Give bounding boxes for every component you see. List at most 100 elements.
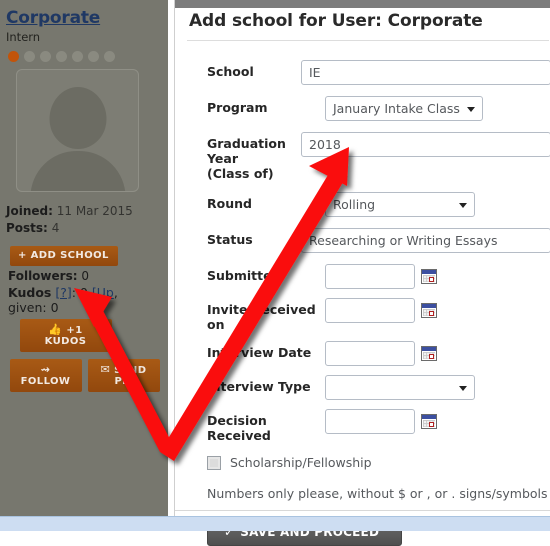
profile-meta: Joined: 11 Mar 2015 Posts: 4 [6,203,160,237]
kudos-given-link[interactable]: [Up [92,285,114,300]
control-decision-received [325,409,550,434]
profile-rank: Intern [6,30,41,44]
control-program: January Intake Class [325,96,550,121]
send-pm-button-label: SEND PM [114,365,147,387]
profile-sidebar: Corporate Intern Joined: 11 Mar 2015 Pos… [0,0,168,516]
posts-value: 4 [51,221,60,235]
control-school [301,60,550,85]
rank-dot-3 [40,51,51,62]
field-row-interview-type: Interview Type [175,375,550,400]
followers-row: Followers: 0 [8,269,160,283]
control-submitted [325,264,550,289]
add-school-modal: Add school for User: Corporate School Pr… [174,0,550,546]
status-input[interactable] [301,228,550,253]
chevron-down-icon [466,106,475,112]
round-select-value: Rolling [333,197,376,212]
profile-username-link[interactable]: Corporate [6,8,160,28]
calendar-icon[interactable] [421,303,437,318]
calendar-icon[interactable] [421,414,437,429]
followers-label: Followers: [8,269,78,283]
modal-title: Add school for User: Corporate [189,11,483,31]
follow-button-label: FOLLOW [20,376,71,387]
label-school: School [207,64,254,79]
rank-dot-6 [88,51,99,62]
school-input[interactable] [301,60,550,85]
chevron-down-icon [459,385,467,391]
modal-title-divider [187,40,549,41]
posts-row: Posts: 4 [6,220,160,237]
control-round: Rolling [325,192,550,217]
field-row-graduation-year: Graduation Year (Class of) [175,132,550,181]
control-status [301,228,550,253]
kudos-value: 0 [79,285,88,300]
rank-progress-dots [8,51,160,62]
program-select-value: January Intake Class [333,101,460,116]
label-round: Round [207,196,252,211]
calendar-icon[interactable] [421,346,437,361]
envelope-icon: ✉ [100,363,111,376]
joined-row: Joined: 11 Mar 2015 [6,203,160,220]
field-row-program: Program January Intake Class [175,96,550,121]
program-select[interactable]: January Intake Class [325,96,483,121]
interview-date-input[interactable] [325,341,415,366]
add-school-form: School Program January Intake Class [175,60,550,546]
followers-value: 0 [81,269,89,283]
avatar-body-shape [30,151,125,191]
invite-received-input[interactable] [325,298,415,323]
rank-dot-1 [8,51,19,62]
label-submitted: Submitted [207,268,281,283]
modal-title-bar [175,0,550,8]
label-decision-received: Decision Received [207,413,271,443]
chevron-down-icon [459,202,467,208]
kudos-label: Kudos [8,285,52,300]
scholarship-checkbox-row: Scholarship/Fellowship [175,455,550,470]
label-invite-received: Invite Received on [207,302,316,332]
joined-label: Joined: [6,204,53,218]
field-row-interview-date: Interview Date [175,341,550,366]
scholarship-checkbox-label: Scholarship/Fellowship [230,455,372,470]
avatar[interactable] [16,69,139,192]
decision-received-input[interactable] [325,409,415,434]
follow-icon: ⇝ [40,363,51,376]
screen: Corporate Intern Joined: 11 Mar 2015 Pos… [0,0,550,546]
rank-dot-2 [24,51,35,62]
label-interview-date: Interview Date [207,345,312,360]
kudos-given-value: 0 [50,300,59,315]
form-note: Numbers only please, without $ or , or .… [207,486,548,501]
label-graduation-year: Graduation Year (Class of) [175,132,301,181]
control-interview-date [325,341,550,366]
interview-type-select[interactable] [325,375,475,400]
kudos-button[interactable]: 👍 +1 KUDOS [20,319,112,352]
kudos-row: Kudos [?]: 0 [Up, given: 0 [8,285,160,315]
modal-bottom-divider [175,510,550,511]
label-interview-type: Interview Type [207,379,311,394]
scholarship-checkbox[interactable] [207,455,221,470]
submitted-input[interactable] [325,264,415,289]
add-school-button[interactable]: + ADD SCHOOL [10,246,118,266]
graduation-year-input[interactable] [301,132,550,157]
field-row-decision-received: Decision Received [175,409,550,443]
field-row-status: Status [175,228,550,253]
label-graduation-year-line2: (Class of) [207,166,274,181]
calendar-icon[interactable] [421,269,437,284]
add-school-button-row: + ADD SCHOOL [10,243,160,266]
kudos-colon: : [71,285,76,300]
label-graduation-year-line1: Graduation Year [207,136,286,166]
page-bottom-strip [0,516,550,531]
avatar-head-shape [49,87,106,149]
send-pm-button[interactable]: ✉ SEND PM [88,359,160,392]
rank-dot-4 [56,51,67,62]
joined-value: 11 Mar 2015 [56,204,133,218]
field-row-submitted: Submitted [175,264,550,289]
control-interview-type [325,375,550,400]
round-select[interactable]: Rolling [325,192,475,217]
field-row-round: Round Rolling [175,192,550,217]
rank-dot-5 [72,51,83,62]
thumbs-up-icon: 👍 [48,323,63,336]
kudos-help-link[interactable]: [?] [55,285,71,300]
control-graduation-year [301,132,550,157]
follow-button[interactable]: ⇝ FOLLOW [10,359,82,392]
social-button-row: ⇝ FOLLOW ✉ SEND PM [10,359,160,392]
control-invite-received [325,298,550,323]
posts-label: Posts: [6,221,48,235]
